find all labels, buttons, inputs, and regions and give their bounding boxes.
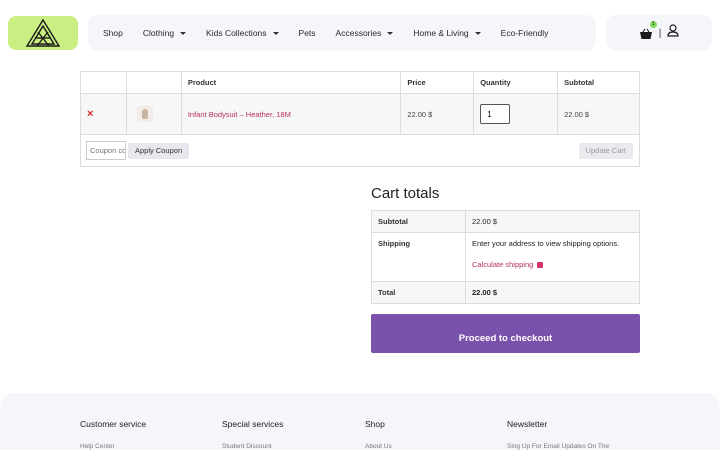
shipping-label: Shipping <box>371 232 466 282</box>
footer-link-help-center[interactable]: Help Center <box>80 443 146 450</box>
nav-item-kids-collections[interactable]: Kids Collections <box>206 28 279 38</box>
newsletter-description: Sing Up For Email Updates On The <box>507 443 610 450</box>
nav-item-clothing[interactable]: Clothing <box>143 28 187 38</box>
caret-down-icon <box>387 31 394 35</box>
nav-item-shop[interactable]: Shop <box>103 28 123 38</box>
caret-down-icon <box>474 31 481 35</box>
logo-triangle-icon <box>25 18 61 47</box>
cart-item-row: × Infant Bodysuit – Heather, 18M 22.00 $… <box>80 93 640 135</box>
caret-down-icon <box>180 31 187 35</box>
footer-col-customer-service: Customer service Help Center <box>80 419 146 450</box>
cart-count-badge: 1 <box>649 21 657 28</box>
cart-actions-row: Apply Coupon Update Cart <box>80 134 640 167</box>
cart-table: Product Price Quantity Subtotal × Infant… <box>80 71 640 167</box>
subtotal-value: 22.00 $ <box>465 210 640 233</box>
footer-heading: Newsletter <box>507 419 548 429</box>
quantity-input[interactable] <box>480 104 511 124</box>
product-thumbnail[interactable] <box>136 106 153 122</box>
cart-totals-table: Subtotal 22.00 $ Shipping Enter your add… <box>371 210 640 304</box>
nav-item-pets[interactable]: Pets <box>299 28 316 38</box>
nav-item-home-living[interactable]: Home & Living <box>413 28 481 38</box>
cart-table-header: Product Price Quantity Subtotal <box>80 71 640 94</box>
cart-totals-title: Cart totals <box>371 185 440 202</box>
proceed-to-checkout-button[interactable]: Proceed to checkout <box>371 314 640 353</box>
col-subtotal: Subtotal <box>557 71 640 94</box>
product-name-link[interactable]: Infant Bodysuit – Heather, 18M <box>188 110 291 119</box>
apply-coupon-button[interactable]: Apply Coupon <box>128 142 190 159</box>
site-logo[interactable] <box>8 16 78 50</box>
footer-heading: Shop <box>365 419 385 429</box>
caret-down-icon <box>272 31 279 35</box>
item-subtotal: 22.00 $ <box>557 93 640 135</box>
footer-link-about-us[interactable]: About Us <box>365 443 392 450</box>
footer-link-student-discount[interactable]: Student Discount <box>222 443 283 450</box>
site-footer: Customer service Help Center Special ser… <box>0 393 720 450</box>
total-row: Total 22.00 $ <box>371 281 640 304</box>
footer-heading: Special services <box>222 419 284 429</box>
subtotal-label: Subtotal <box>371 210 466 233</box>
footer-col-shop: Shop About Us <box>365 419 392 450</box>
subtotal-row: Subtotal 22.00 $ <box>371 210 640 233</box>
col-product: Product <box>180 71 402 94</box>
header-icons: 1 | <box>606 15 712 51</box>
calculator-icon <box>537 261 544 268</box>
remove-item-button[interactable]: × <box>87 108 93 120</box>
total-label: Total <box>371 281 466 304</box>
footer-heading: Customer service <box>80 419 147 429</box>
col-quantity: Quantity <box>473 71 559 94</box>
total-value: 22.00 $ <box>465 281 640 304</box>
col-price: Price <box>400 71 475 94</box>
update-cart-button[interactable]: Update Cart <box>578 142 633 159</box>
coupon-code-input[interactable] <box>86 141 126 160</box>
header-separator: | <box>658 27 662 39</box>
col-thumbnail <box>125 71 182 94</box>
footer-col-special-services: Special services Student Discount <box>222 419 283 450</box>
nav-item-accessories[interactable]: Accessories <box>336 28 394 38</box>
calculate-shipping-link[interactable]: Calculate shipping <box>472 260 544 269</box>
user-account-icon[interactable] <box>667 24 679 42</box>
main-navigation: Shop Clothing Kids Collections Pets Acce… <box>88 15 596 51</box>
item-price: 22.00 $ <box>400 93 475 135</box>
cart-basket-icon[interactable]: 1 <box>639 21 657 39</box>
shipping-note: Enter your address to view shipping opti… <box>472 239 620 248</box>
col-remove <box>80 71 127 94</box>
footer-col-newsletter: Newsletter Sing Up For Email Updates On … <box>507 419 609 450</box>
shipping-row: Shipping Enter your address to view ship… <box>371 232 640 282</box>
nav-item-eco-friendly[interactable]: Eco-Friendly <box>501 28 549 38</box>
